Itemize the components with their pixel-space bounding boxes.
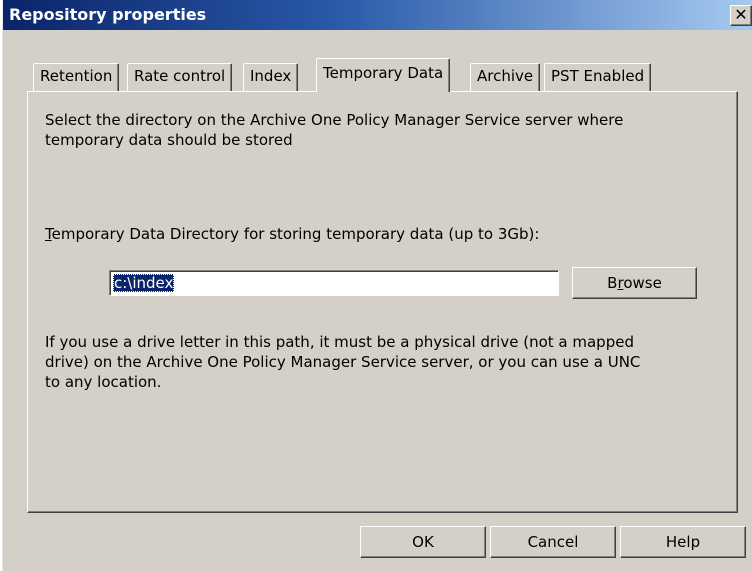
browse-button[interactable]: Browse (572, 267, 697, 299)
help-button[interactable]: Help (620, 526, 746, 558)
note-text: If you use a drive letter in this path, … (45, 332, 640, 392)
tab-temporary-data[interactable]: Temporary Data (316, 58, 451, 92)
close-icon: ✕ (734, 5, 748, 24)
title-bar[interactable]: Repository properties ✕ (3, 0, 752, 30)
note-line-3: to any location. (45, 373, 162, 391)
note-line-2: drive) on the Archive One Policy Manager… (45, 353, 641, 371)
browse-label-post: owse (623, 274, 662, 292)
tab-label: Archive (477, 67, 534, 85)
dialog-window: Repository properties ✕ Retention Rate c… (2, 0, 752, 571)
directory-label-text: emporary Data Directory for storing temp… (51, 225, 540, 243)
tab-label: Temporary Data (323, 64, 444, 82)
directory-label: Temporary Data Directory for storing tem… (45, 224, 539, 244)
help-label: Help (665, 533, 701, 551)
directory-label-mnemonic: T (45, 225, 52, 243)
tab-label: Rate control (134, 67, 226, 85)
ok-button[interactable]: OK (360, 526, 486, 558)
tab-archive[interactable]: Archive (470, 63, 541, 91)
intro-line-1: Select the directory on the Archive One … (45, 111, 624, 129)
directory-input-value: c:\index (113, 274, 175, 292)
tab-label: Index (250, 67, 292, 85)
temporary-data-directory-input[interactable]: c:\index (109, 270, 559, 296)
tab-index[interactable]: Index (243, 63, 299, 91)
window-title: Repository properties (9, 5, 207, 24)
browse-label-pre: B (607, 274, 618, 292)
ok-label: OK (412, 533, 434, 551)
tab-label: Retention (40, 67, 113, 85)
intro-line-2: temporary data should be stored (45, 131, 293, 149)
intro-text: Select the directory on the Archive One … (45, 110, 623, 150)
tab-retention[interactable]: Retention (33, 63, 120, 91)
cancel-button[interactable]: Cancel (490, 526, 616, 558)
tab-pst-enabled[interactable]: PST Enabled (544, 63, 652, 91)
close-button[interactable]: ✕ (730, 5, 752, 26)
tab-panel-temporary-data: Select the directory on the Archive One … (27, 91, 738, 513)
note-line-1: If you use a drive letter in this path, … (45, 333, 634, 351)
cancel-label: Cancel (527, 533, 579, 551)
tab-rate-control[interactable]: Rate control (127, 63, 233, 91)
tab-label: PST Enabled (551, 67, 645, 85)
